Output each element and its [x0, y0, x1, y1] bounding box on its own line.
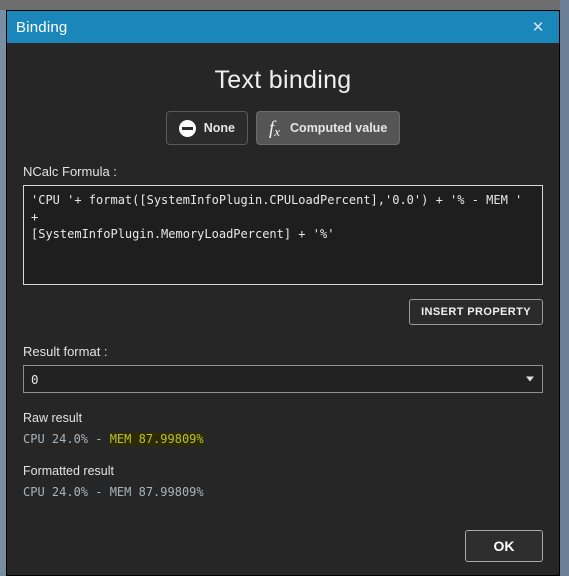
- binding-mode-toggle-group: None fx Computed value: [23, 111, 543, 145]
- page-title: Text binding: [214, 66, 352, 94]
- result-format-value: 0: [31, 371, 39, 387]
- raw-result-highlight: MEM 87.99809%: [109, 432, 204, 446]
- mode-button-computed-value-label: Computed value: [290, 121, 388, 135]
- mode-button-none[interactable]: None: [165, 111, 248, 145]
- raw-result-prefix: CPU 24.0% -: [23, 432, 110, 446]
- no-entry-icon: [178, 119, 196, 137]
- ok-button[interactable]: OK: [465, 530, 543, 562]
- result-format-label: Result format :: [23, 344, 108, 359]
- desktop-top-strip: [0, 0, 569, 10]
- formula-input[interactable]: [23, 185, 543, 285]
- dialog-body: Text binding None fx Computed value NCal…: [7, 43, 559, 575]
- insert-property-row: INSERT PROPERTY: [23, 299, 543, 325]
- mode-button-none-label: None: [203, 121, 235, 135]
- dialog-footer: OK: [23, 530, 543, 562]
- raw-result-value: CPU 24.0% - MEM 87.99809%: [23, 432, 543, 446]
- formula-label: NCalc Formula :: [23, 164, 117, 179]
- desktop-right-strip: [560, 0, 569, 576]
- mode-button-computed-value[interactable]: fx Computed value: [255, 111, 401, 145]
- dialog-titlebar[interactable]: Binding ✕: [7, 11, 559, 43]
- raw-result-heading: Raw result: [23, 411, 83, 425]
- binding-dialog: Binding ✕ Text binding None fx Computed …: [6, 10, 560, 576]
- window-title: Binding: [16, 18, 68, 36]
- chevron-down-icon: [526, 376, 534, 382]
- formatted-result-value: CPU 24.0% - MEM 87.99809%: [23, 485, 204, 499]
- formatted-result-heading: Formatted result: [23, 464, 115, 478]
- close-icon[interactable]: ✕: [517, 11, 559, 43]
- result-format-select[interactable]: 0: [23, 365, 543, 393]
- insert-property-button[interactable]: INSERT PROPERTY: [409, 299, 543, 325]
- fx-icon: fx: [268, 117, 281, 139]
